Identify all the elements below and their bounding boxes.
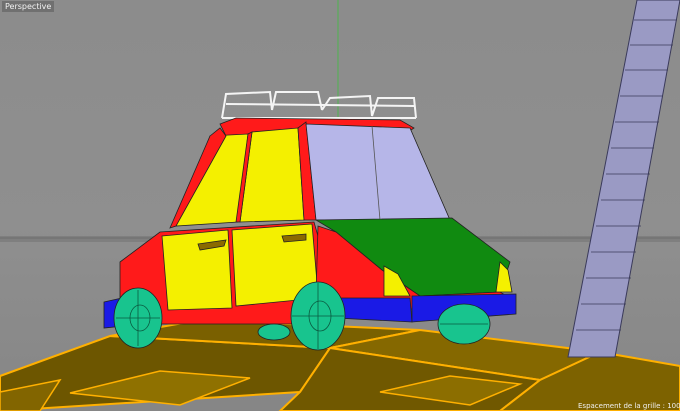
rear-right-wheel <box>257 323 291 341</box>
front-wheel <box>290 281 346 351</box>
viewport-label[interactable]: Perspective <box>2 1 55 12</box>
pole <box>567 0 680 358</box>
car-model <box>103 90 517 351</box>
3d-viewport[interactable]: Perspective Espacement de la grille : 10… <box>0 0 680 411</box>
windshield <box>305 123 451 221</box>
front-right-wheel <box>437 303 491 345</box>
grid-spacing-readout: Espacement de la grille : 10000 cm <box>578 402 680 410</box>
roof-rack <box>221 90 417 119</box>
rear-wheel <box>113 287 163 349</box>
scene-canvas[interactable] <box>0 0 680 411</box>
